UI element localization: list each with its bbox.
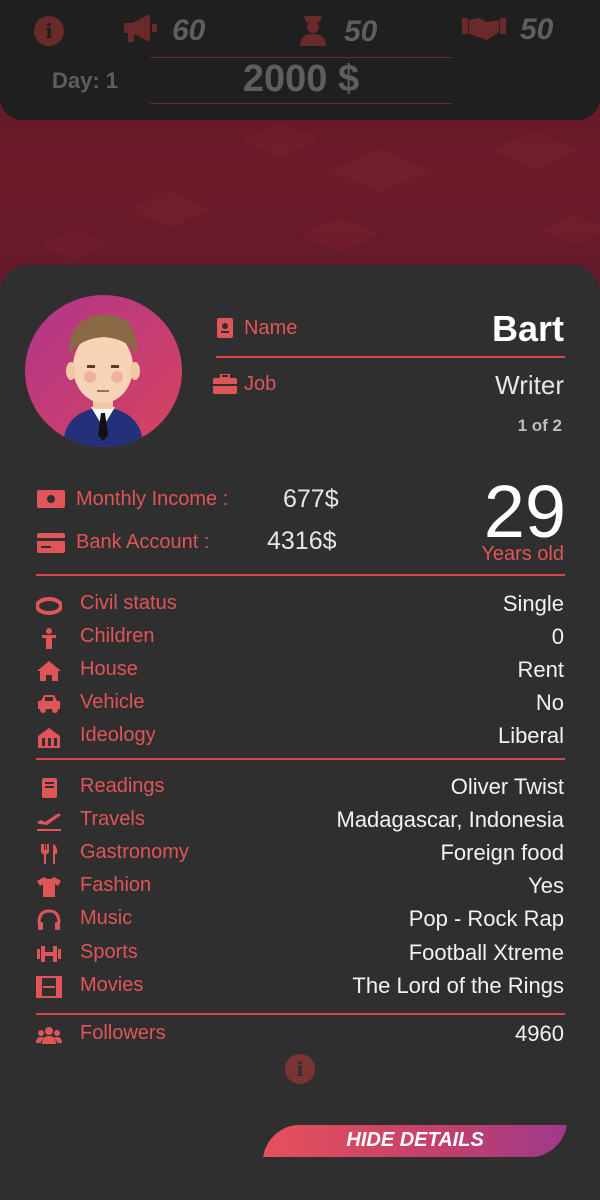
interest-row: Fashion Yes <box>0 872 600 902</box>
car-icon <box>36 693 62 715</box>
police-stat: 50 <box>296 12 377 51</box>
utensils-icon <box>36 843 62 865</box>
film-icon <box>36 976 62 998</box>
status-value: Rent <box>517 657 564 682</box>
interest-value: Madagascar, Indonesia <box>336 807 565 832</box>
users-icon <box>36 1024 62 1046</box>
building-icon <box>36 726 62 748</box>
income-label: Monthly Income : <box>76 488 229 510</box>
diplomacy-stat: 50 <box>462 12 553 47</box>
status-label: Vehicle <box>80 691 145 713</box>
bank-label: Bank Account : <box>76 531 210 553</box>
status-value: Single <box>502 591 564 616</box>
interest-label: Gastronomy <box>80 841 189 863</box>
name-divider <box>216 356 565 358</box>
status-label: House <box>80 658 138 680</box>
interest-value: Yes <box>528 873 564 898</box>
plane-icon <box>36 810 62 832</box>
interest-value: The Lord of the Rings <box>352 973 564 998</box>
interest-row: Gastronomy Foreign food <box>0 839 600 869</box>
day-counter: Day: 1 <box>52 68 119 93</box>
status-row: Ideology Liberal <box>0 722 600 752</box>
police-value: 50 <box>344 14 378 48</box>
age-label: Years old <box>481 543 564 565</box>
interest-value: Oliver Twist <box>450 774 564 799</box>
status-value: Liberal <box>497 723 564 748</box>
megaphone-icon <box>122 12 158 49</box>
character-name: Bart <box>491 308 564 349</box>
popularity-stat: 60 <box>122 12 205 49</box>
job-value: Writer <box>495 370 564 400</box>
id-card-icon <box>217 318 233 343</box>
interest-value: Foreign food <box>440 840 564 865</box>
interest-row: Sports Football Xtreme <box>0 939 600 969</box>
hide-details-label: HIDE DETAILS <box>346 1129 484 1151</box>
credit-card-icon <box>37 533 65 558</box>
handshake-icon <box>462 12 506 47</box>
book-icon <box>36 777 62 799</box>
job-label: Job <box>244 373 277 395</box>
character-portrait <box>63 315 143 447</box>
headphones-icon <box>36 909 62 931</box>
status-row: House Rent <box>0 656 600 686</box>
job-page-indicator[interactable]: 1 of 2 <box>518 416 562 436</box>
status-row: Children 0 <box>0 623 600 653</box>
interest-value: Football Xtreme <box>408 940 564 965</box>
section-divider-1 <box>36 574 565 576</box>
status-row: Vehicle No <box>0 689 600 719</box>
followers-label: Followers <box>80 1022 166 1044</box>
child-icon <box>36 627 62 649</box>
interest-label: Sports <box>80 941 138 963</box>
money-bill-icon <box>37 490 65 513</box>
interest-row: Movies The Lord of the Rings <box>0 972 600 1002</box>
diplomacy-value: 50 <box>520 12 554 46</box>
money-value: 2000 $ <box>242 58 360 100</box>
interest-label: Music <box>80 907 133 929</box>
house-icon <box>36 660 62 682</box>
name-label: Name <box>244 317 298 339</box>
status-row: Civil status Single <box>0 590 600 620</box>
interest-label: Travels <box>80 808 145 830</box>
interest-row: Travels Madagascar, Indonesia <box>0 806 600 836</box>
status-label: Children <box>80 625 155 647</box>
popularity-value: 60 <box>172 13 206 47</box>
briefcase-icon <box>213 373 237 399</box>
status-value: 0 <box>551 624 564 649</box>
interest-value: Pop - Rock Rap <box>408 906 564 931</box>
interest-row: Music Pop - Rock Rap <box>0 905 600 935</box>
age-value: 29 <box>483 470 566 553</box>
interest-label: Fashion <box>80 874 152 896</box>
status-label: Civil status <box>80 592 177 614</box>
status-label: Ideology <box>80 724 156 746</box>
info-icon[interactable]: i <box>285 1054 315 1084</box>
info-icon[interactable]: i <box>34 16 64 46</box>
income-value: 677$ <box>283 485 339 513</box>
tshirt-icon <box>36 876 62 898</box>
interest-label: Readings <box>80 775 165 797</box>
interest-row: Readings Oliver Twist <box>0 773 600 803</box>
interest-label: Movies <box>80 974 144 996</box>
status-value: No <box>535 690 564 715</box>
avatar <box>25 295 182 447</box>
top-hud: i 60 50 50 Day: 1 2000 $ <box>0 0 600 120</box>
hide-details-button[interactable]: HIDE DETAILS <box>263 1125 567 1157</box>
money-divider-bottom <box>150 103 452 104</box>
followers-row: Followers 4960 <box>0 1020 600 1050</box>
ring-icon <box>35 594 63 616</box>
bank-value: 4316$ <box>267 527 337 555</box>
officer-icon <box>296 12 330 51</box>
section-divider-2 <box>36 758 565 760</box>
dumbbell-icon <box>36 943 62 965</box>
section-divider-3 <box>36 1013 565 1015</box>
followers-value: 4960 <box>515 1021 564 1046</box>
